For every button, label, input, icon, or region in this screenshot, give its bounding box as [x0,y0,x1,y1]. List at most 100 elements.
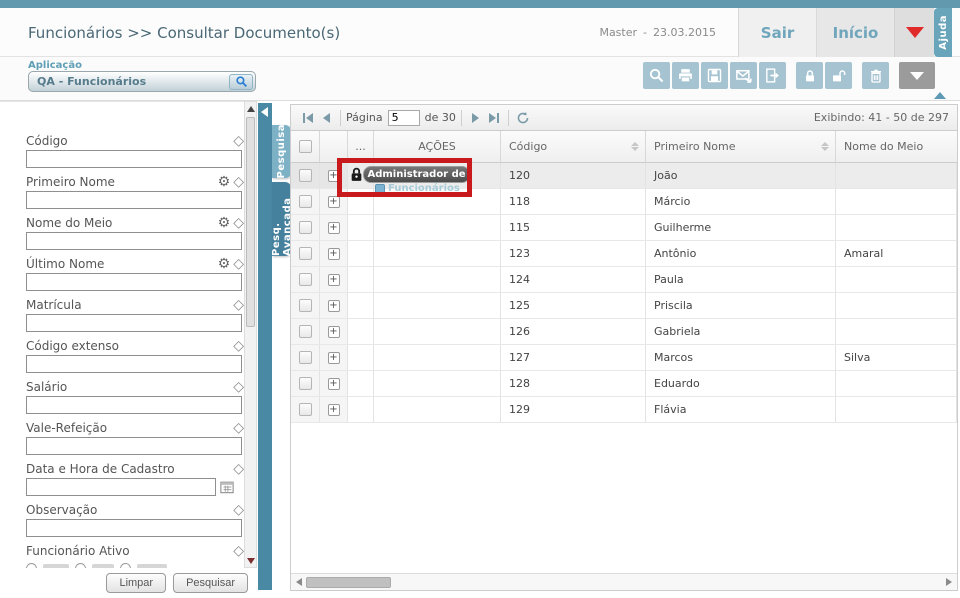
limpar-button[interactable]: Limpar [106,573,166,593]
tab-ajuda[interactable]: Ajuda [934,8,952,57]
arrow-right-icon [946,578,952,586]
row-expand-button[interactable] [328,378,340,390]
scroll-left-button[interactable] [291,574,307,590]
table-row[interactable]: 125 Priscila [291,293,957,319]
app-search-button[interactable] [229,74,253,90]
refresh-button[interactable] [514,109,532,127]
nome-do-meio-input[interactable] [26,232,242,250]
diamond-icon[interactable]: ◇ [233,462,244,476]
gear-icon[interactable]: ⚙ [218,216,231,230]
row-checkbox[interactable] [299,325,312,338]
row-checkbox[interactable] [299,169,312,182]
tab-pesq-avancada[interactable]: Pesq. Avançada [272,182,291,256]
row-checkbox[interactable] [299,351,312,364]
row-dots-cell [348,241,374,266]
diamond-icon[interactable]: ◇ [233,134,244,148]
scroll-down-button[interactable] [245,554,256,567]
row-checkbox[interactable] [299,247,312,260]
tab-pesquisa-label: Pesquisa [276,124,287,178]
row-expand-button[interactable] [328,300,340,312]
unlock-button[interactable] [825,62,852,89]
col-header-codigo[interactable]: Código [501,131,646,162]
search-icon [235,75,248,88]
row-expand-button[interactable] [328,352,340,364]
row-expand-button[interactable] [328,326,340,338]
calendar-icon[interactable] [220,480,234,494]
export-button[interactable] [759,62,786,89]
first-page-button[interactable] [299,109,317,127]
row-expand-button[interactable] [328,222,340,234]
gear-icon[interactable]: ⚙ [218,257,231,271]
row-expand-button[interactable] [328,404,340,416]
table-row[interactable]: 123 Antônio Amaral [291,241,957,267]
table-row[interactable]: 126 Gabriela [291,319,957,345]
table-row[interactable]: 115 Guilherme [291,215,957,241]
diamond-icon[interactable]: ◇ [233,298,244,312]
salario-input[interactable] [26,396,242,414]
row-expand-button[interactable] [328,196,340,208]
col-header-primeiro-nome[interactable]: Primeiro Nome [646,131,836,162]
row-checkbox[interactable] [299,273,312,286]
scroll-right-button[interactable] [941,574,957,590]
sort-icon[interactable] [631,142,639,151]
diamond-icon[interactable]: ◇ [233,421,244,435]
select-all-checkbox[interactable] [299,140,312,153]
primeiro-nome-input[interactable] [26,191,242,209]
observacao-input[interactable] [26,519,242,537]
header-dropdown-button[interactable] [894,8,934,57]
matricula-input[interactable] [26,314,242,332]
collapse-toolbar-icon[interactable] [934,92,946,99]
codigo-input[interactable] [26,150,242,168]
ultimo-nome-input[interactable] [26,273,242,291]
home-button[interactable]: Início [816,8,894,57]
app-selector-combo[interactable]: QA - Funcionários [28,71,256,92]
row-checkbox[interactable] [299,195,312,208]
row-expand-button[interactable] [328,274,340,286]
pesquisar-button[interactable]: Pesquisar [173,573,248,593]
col-header-nome-do-meio[interactable]: Nome do Meio [836,131,957,162]
last-page-button[interactable] [485,109,503,127]
next-page-button[interactable] [467,109,485,127]
search-button[interactable] [643,62,670,89]
table-row[interactable]: 124 Paula [291,267,957,293]
collapse-panel-arrow-icon[interactable] [261,107,268,117]
table-row[interactable]: 128 Eduardo [291,371,957,397]
scrollbar-thumb[interactable] [246,117,255,327]
radio-button[interactable] [75,563,86,568]
diamond-icon[interactable]: ◇ [233,175,244,189]
diamond-icon[interactable]: ◇ [233,257,244,271]
delete-button[interactable] [862,62,889,89]
scroll-up-button[interactable] [245,102,256,115]
sidebar-scrollbar[interactable] [244,101,257,568]
print-button[interactable] [672,62,699,89]
row-checkbox[interactable] [299,221,312,234]
scrollbar-thumb[interactable] [306,577,391,588]
email-button[interactable] [730,62,757,89]
more-actions-button[interactable] [899,62,935,89]
table-row[interactable]: 127 Marcos Silva [291,345,957,371]
diamond-icon[interactable]: ◇ [233,380,244,394]
vale-refeicao-input[interactable] [26,437,242,455]
lock-button[interactable] [796,62,823,89]
diamond-icon[interactable]: ◇ [233,544,244,558]
diamond-icon[interactable]: ◇ [233,503,244,517]
row-checkbox[interactable] [299,403,312,416]
page-input[interactable] [388,110,420,126]
tab-pesquisa[interactable]: Pesquisa [272,125,291,178]
radio-button[interactable] [120,563,131,568]
diamond-icon[interactable]: ◇ [233,339,244,353]
prev-page-button[interactable] [317,109,335,127]
row-checkbox[interactable] [299,299,312,312]
codigo-extenso-input[interactable] [26,355,242,373]
gear-icon[interactable]: ⚙ [218,175,231,189]
logout-button[interactable]: Sair [738,8,816,57]
save-button[interactable] [701,62,728,89]
row-checkbox[interactable] [299,377,312,390]
table-row[interactable]: 129 Flávia [291,397,957,423]
sort-icon[interactable] [821,142,829,151]
data-cadastro-input[interactable] [26,478,216,496]
row-expand-button[interactable] [328,248,340,260]
horizontal-scrollbar[interactable] [291,573,957,590]
radio-button[interactable] [26,563,37,568]
diamond-icon[interactable]: ◇ [233,216,244,230]
